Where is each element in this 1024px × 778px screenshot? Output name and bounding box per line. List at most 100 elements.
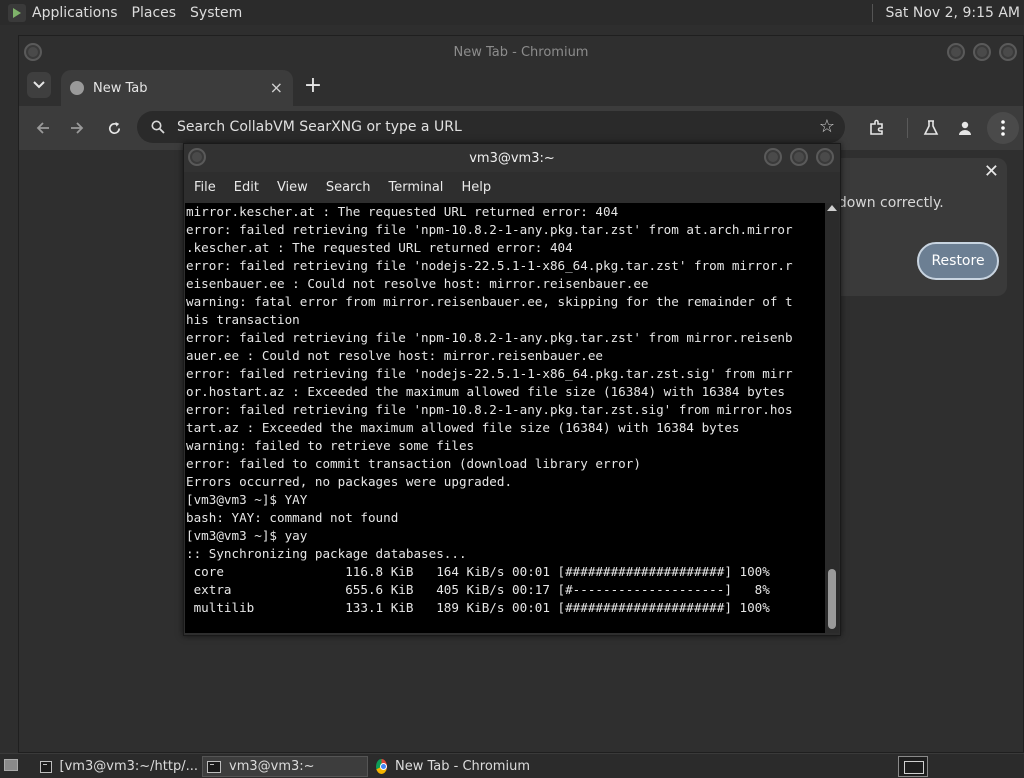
terminal-maximize-button[interactable] (790, 148, 808, 166)
clock-area: Sat Nov 2, 9:15 AM (872, 0, 1024, 25)
chromium-icon (376, 759, 388, 774)
terminal-line: or.hostart.az : Exceeded the maximum all… (186, 384, 785, 399)
clock-separator (872, 3, 874, 22)
restore-button[interactable]: Restore (917, 242, 999, 280)
scroll-up-arrow-icon[interactable] (827, 205, 837, 211)
menu-system[interactable]: System (190, 5, 242, 21)
terminal-line: warning: fatal error from mirror.reisenb… (186, 294, 793, 309)
tab-new-tab[interactable]: New Tab × (61, 70, 293, 106)
menu-search[interactable]: Search (326, 180, 371, 195)
person-icon (959, 121, 971, 135)
terminal-scrollbar[interactable] (825, 203, 839, 633)
terminal-line: error: failed retrieving file 'npm-10.8.… (186, 402, 793, 417)
reload-button[interactable] (102, 116, 126, 140)
terminal-line: core 116.8 KiB 164 KiB/s 00:01 [########… (186, 564, 770, 579)
workspace-switcher[interactable] (898, 756, 928, 777)
menu-places[interactable]: Places (132, 5, 177, 21)
applications-logo-icon[interactable] (8, 3, 26, 22)
arrow-left-icon (36, 122, 49, 134)
scroll-thumb[interactable] (828, 569, 836, 629)
tab-close-icon[interactable]: × (270, 78, 283, 97)
task-label: vm3@vm3:~ (229, 759, 315, 774)
labs-button[interactable] (919, 116, 943, 140)
terminal-line: extra 655.6 KiB 405 KiB/s 00:17 [#------… (186, 582, 770, 597)
terminal-line: Errors occurred, no packages were upgrad… (186, 474, 513, 489)
terminal-icon (40, 760, 52, 773)
workspace-switcher-empty[interactable] (932, 756, 1020, 777)
close-window-button[interactable] (999, 43, 1017, 61)
terminal-line: error: failed retrieving file 'npm-10.8.… (186, 222, 793, 237)
globe-icon (70, 81, 84, 95)
terminal-line: his transaction (186, 312, 300, 327)
tab-strip: New Tab × + (19, 68, 1023, 106)
terminal-menubar: File Edit View Search Terminal Help (184, 172, 840, 202)
menu-terminal[interactable]: Terminal (388, 180, 443, 195)
puzzle-icon (870, 119, 883, 135)
flask-icon (923, 120, 939, 135)
terminal-line: :: Synchronizing package databases... (186, 546, 467, 561)
task-terminal-http[interactable]: [vm3@vm3:~/http/... (36, 756, 198, 777)
terminal-line: error: failed retrieving file 'nodejs-22… (186, 258, 793, 273)
bottom-taskbar: [vm3@vm3:~/http/... vm3@vm3:~ New Tab - … (0, 753, 1024, 778)
profile-button[interactable] (953, 116, 977, 140)
extensions-button[interactable] (865, 116, 889, 140)
menu-view[interactable]: View (277, 180, 308, 195)
menu-applications[interactable]: Applications (32, 5, 118, 21)
terminal-lines: mirror.kescher.at : The requested URL re… (185, 203, 827, 617)
chromium-titlebar[interactable]: New Tab - Chromium (19, 36, 1023, 68)
terminal-minimize-button[interactable] (764, 148, 782, 166)
terminal-line: error: failed to commit transaction (dow… (186, 456, 641, 471)
terminal-line: tart.az : Exceeded the maximum allowed f… (186, 420, 740, 435)
terminal-line: error: failed retrieving file 'nodejs-22… (186, 366, 793, 381)
terminal-line: auer.ee : Could not resolve host: mirror… (186, 348, 604, 363)
menu-edit[interactable]: Edit (234, 180, 259, 195)
terminal-line: eisenbauer.ee : Could not resolve host: … (186, 276, 649, 291)
terminal-icon (207, 760, 221, 773)
new-tab-button[interactable]: + (303, 73, 323, 98)
search-icon (151, 120, 165, 134)
tab-search-button[interactable] (27, 72, 51, 98)
task-terminal-home[interactable]: vm3@vm3:~ (202, 756, 368, 777)
reload-icon (108, 121, 120, 134)
chromium-window-title: New Tab - Chromium (453, 44, 589, 60)
omnibox-input[interactable] (177, 119, 777, 135)
top-panel-menus: Applications Places System (32, 5, 256, 21)
show-desktop-icon[interactable] (4, 759, 18, 771)
forward-button[interactable] (65, 116, 89, 140)
toolbar-separator (907, 118, 908, 138)
terminal-title: vm3@vm3:~ (469, 150, 555, 166)
terminal-line: [vm3@vm3 ~]$ yay (186, 528, 308, 543)
menu-file[interactable]: File (194, 180, 216, 195)
terminal-line: multilib 133.1 KiB 189 KiB/s 00:01 [####… (186, 600, 770, 615)
window-menu-button[interactable] (24, 43, 42, 61)
bookmark-star-icon[interactable]: ☆ (819, 116, 835, 137)
omnibox[interactable]: ☆ (137, 111, 845, 143)
restore-close-icon[interactable]: ✕ (984, 161, 999, 182)
terminal-line: mirror.kescher.at : The requested URL re… (186, 204, 619, 219)
tab-label: New Tab (93, 80, 148, 96)
task-label: [vm3@vm3:~/http/... (59, 759, 198, 774)
clock[interactable]: Sat Nov 2, 9:15 AM (885, 5, 1020, 21)
chevron-down-icon (33, 81, 45, 89)
terminal-titlebar[interactable]: vm3@vm3:~ (184, 144, 840, 172)
more-vert-icon (1001, 120, 1005, 136)
browser-menu-button[interactable] (987, 112, 1019, 144)
terminal-line: error: failed retrieving file 'npm-10.8.… (186, 330, 793, 345)
maximize-button[interactable] (973, 43, 991, 61)
minimize-button[interactable] (947, 43, 965, 61)
terminal-close-button[interactable] (816, 148, 834, 166)
terminal-line: [vm3@vm3 ~]$ YAY (186, 492, 308, 507)
terminal-output[interactable]: mirror.kescher.at : The requested URL re… (185, 203, 827, 633)
back-button[interactable] (31, 116, 55, 140)
top-panel: Applications Places System Sat Nov 2, 9:… (0, 0, 1024, 25)
menu-help[interactable]: Help (461, 180, 491, 195)
terminal-window: vm3@vm3:~ File Edit View Search Terminal… (183, 143, 841, 636)
terminal-window-menu-button[interactable] (188, 148, 206, 166)
restore-session-bubble: ut down correctly. ✕ Restore (819, 158, 1007, 296)
terminal-line: .kescher.at : The requested URL returned… (186, 240, 573, 255)
task-chromium[interactable]: New Tab - Chromium (372, 756, 530, 777)
arrow-right-icon (71, 122, 84, 134)
terminal-line: bash: YAY: command not found (186, 510, 399, 525)
task-label: New Tab - Chromium (395, 759, 530, 774)
terminal-line: warning: failed to retrieve some files (186, 438, 475, 453)
